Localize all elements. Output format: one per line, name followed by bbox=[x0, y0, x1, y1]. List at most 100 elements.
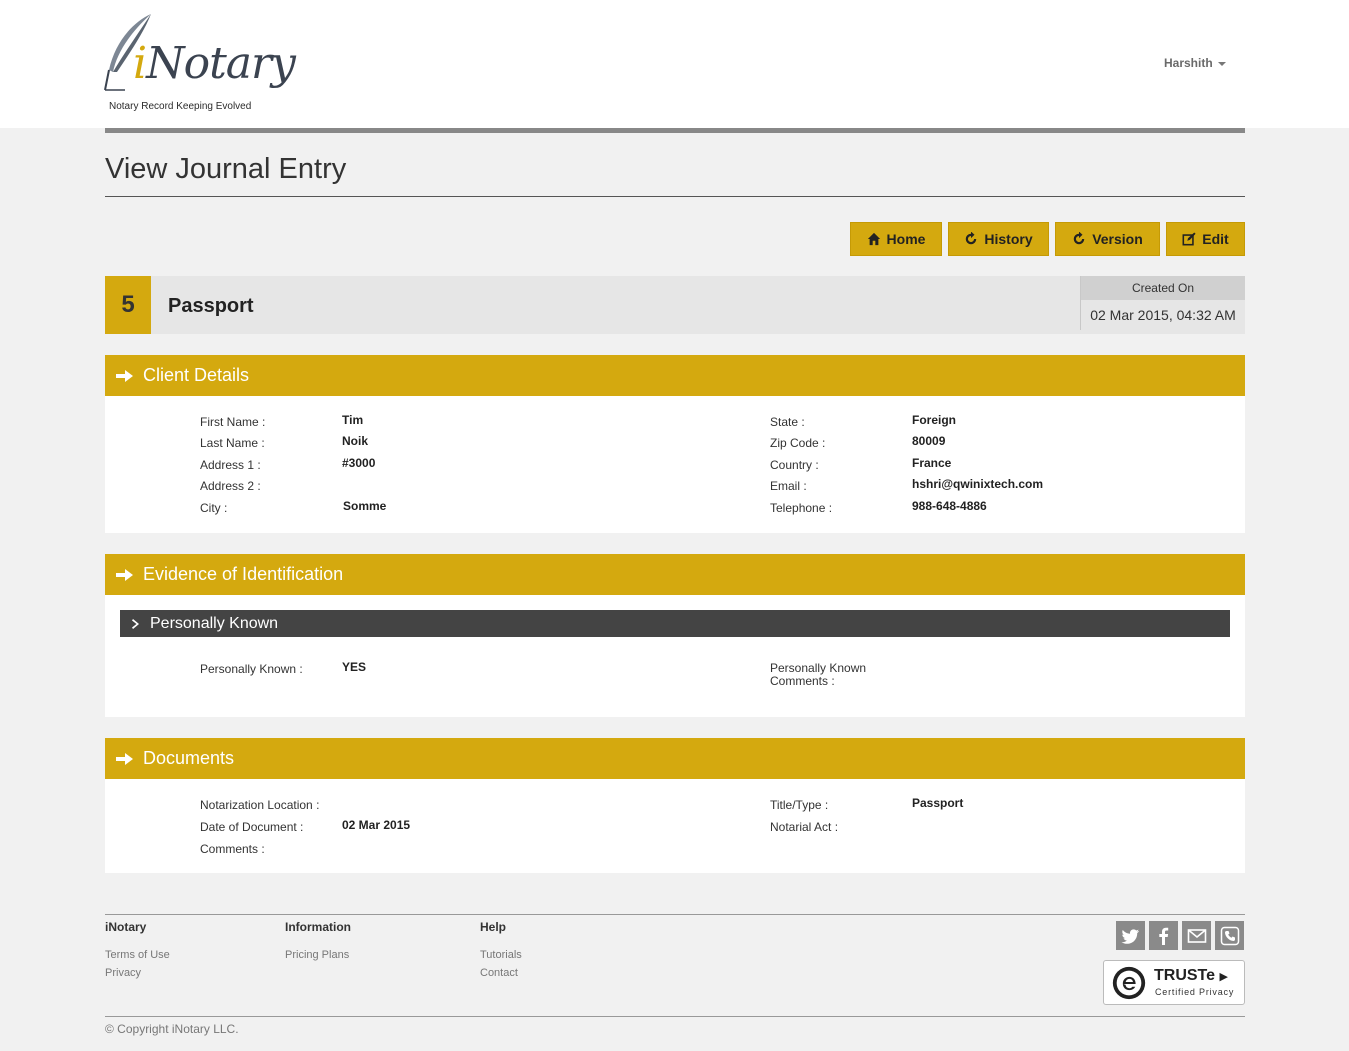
created-on-value: 02 Mar 2015, 04:32 AM bbox=[1090, 307, 1236, 323]
evidence-title: Evidence of Identification bbox=[143, 564, 344, 584]
arrow-right-icon bbox=[116, 568, 133, 581]
entry-type: Passport bbox=[168, 295, 254, 317]
date-of-document-value: 02 Mar 2015 bbox=[342, 818, 411, 832]
date-of-document-label: Date of Document : bbox=[200, 820, 304, 834]
refresh-icon bbox=[966, 232, 977, 245]
truste-logo-icon bbox=[1112, 966, 1146, 1000]
evidence-section: Evidence of Identification Personally Kn… bbox=[105, 554, 1245, 717]
logo-tagline: Notary Record Keeping Evolved bbox=[109, 101, 252, 112]
version-button-label: Version bbox=[1092, 231, 1143, 247]
copyright-text: © Copyright iNotary LLC. bbox=[105, 1022, 239, 1036]
entry-summary-bar: 5 Passport Created On 02 Mar 2015, 04:32… bbox=[105, 276, 1245, 334]
home-icon bbox=[867, 232, 880, 246]
address1-label: Address 1 : bbox=[200, 458, 261, 472]
created-on-box: Created On 02 Mar 2015, 04:32 AM bbox=[1080, 276, 1245, 330]
site-header: iNotary Notary Record Keeping Evolved Ha… bbox=[0, 0, 1349, 128]
terms-of-use-link[interactable]: Terms of Use bbox=[105, 949, 170, 961]
edit-icon bbox=[1182, 232, 1196, 246]
entry-number: 5 bbox=[105, 276, 151, 334]
email-value: hshri@qwinixtech.com bbox=[912, 477, 1044, 491]
facebook-button[interactable] bbox=[1149, 921, 1178, 950]
email-icon bbox=[1187, 928, 1206, 943]
telephone-value: 988-648-4886 bbox=[912, 499, 987, 513]
history-button[interactable]: History bbox=[948, 222, 1049, 256]
contact-link[interactable]: Contact bbox=[480, 967, 518, 979]
home-button-label: Home bbox=[886, 231, 926, 247]
arrow-right-icon bbox=[116, 369, 133, 382]
footer-divider-top bbox=[105, 914, 1245, 915]
address2-label: Address 2 : bbox=[200, 479, 261, 493]
user-menu[interactable]: Harshith bbox=[1164, 56, 1226, 70]
edit-button-label: Edit bbox=[1202, 231, 1229, 247]
title-divider bbox=[105, 196, 1245, 197]
city-value: Somme bbox=[343, 499, 387, 513]
edit-button[interactable]: Edit bbox=[1166, 222, 1245, 256]
last-name-value: Noik bbox=[342, 434, 369, 448]
telephone-label: Telephone : bbox=[770, 501, 833, 515]
facebook-icon bbox=[1158, 927, 1168, 945]
page-title: View Journal Entry bbox=[105, 153, 347, 185]
zip-code-label: Zip Code : bbox=[770, 436, 826, 450]
arrow-right-icon bbox=[116, 752, 133, 765]
comments-label-line2: Comments : bbox=[770, 674, 835, 688]
home-button[interactable]: Home bbox=[850, 222, 942, 256]
chevron-right-icon bbox=[132, 618, 139, 629]
twitter-button[interactable] bbox=[1116, 921, 1145, 950]
created-on-label: Created On bbox=[1081, 276, 1245, 300]
first-name-label: First Name : bbox=[200, 415, 266, 429]
city-label: City : bbox=[200, 501, 228, 515]
footer-col1-heading: iNotary bbox=[105, 920, 147, 934]
version-button[interactable]: Version bbox=[1055, 222, 1160, 256]
personally-known-comments-label: Personally Known Comments : bbox=[770, 662, 866, 688]
caret-down-icon bbox=[1217, 61, 1226, 66]
play-arrow-icon: ▶ bbox=[1219, 971, 1228, 983]
pricing-plans-link[interactable]: Pricing Plans bbox=[285, 949, 349, 961]
notarial-act-label: Notarial Act : bbox=[770, 820, 839, 834]
personally-known-subheader[interactable]: Personally Known bbox=[120, 610, 1230, 637]
documents-section: Documents Notarization Location : Date o… bbox=[105, 738, 1245, 873]
refresh-icon bbox=[1073, 232, 1085, 245]
user-name: Harshith bbox=[1164, 56, 1213, 70]
client-details-title: Client Details bbox=[143, 365, 250, 385]
logo-wordmark-i: i bbox=[133, 38, 147, 89]
zip-code-value: 80009 bbox=[912, 434, 946, 448]
footer-col3-heading: Help bbox=[480, 920, 507, 934]
history-button-label: History bbox=[984, 231, 1033, 247]
header-divider bbox=[105, 128, 1245, 133]
address1-value: #3000 bbox=[342, 456, 376, 470]
state-value: Foreign bbox=[912, 413, 956, 427]
phone-icon bbox=[1220, 926, 1239, 945]
truste-name: TRUSTe ▶ bbox=[1154, 967, 1228, 985]
document-comments-label: Comments : bbox=[200, 842, 265, 856]
truste-name-text: TRUSTe bbox=[1154, 967, 1216, 984]
email-button[interactable] bbox=[1182, 921, 1211, 950]
documents-header[interactable]: Documents bbox=[105, 738, 1245, 779]
country-value: France bbox=[912, 456, 952, 470]
personally-known-label: Personally Known : bbox=[200, 662, 303, 676]
state-label: State : bbox=[770, 415, 805, 429]
footer-col2-heading: Information bbox=[285, 920, 351, 934]
privacy-link[interactable]: Privacy bbox=[105, 967, 141, 979]
last-name-label: Last Name : bbox=[200, 436, 265, 450]
title-type-label: Title/Type : bbox=[770, 798, 829, 812]
client-details-header[interactable]: Client Details bbox=[105, 355, 1245, 396]
truste-subtitle: Certified Privacy bbox=[1155, 987, 1235, 997]
notarization-location-label: Notarization Location : bbox=[200, 798, 320, 812]
personally-known-value: YES bbox=[342, 660, 367, 674]
evidence-header[interactable]: Evidence of Identification bbox=[105, 554, 1245, 595]
email-label: Email : bbox=[770, 479, 807, 493]
tutorials-link[interactable]: Tutorials bbox=[480, 949, 522, 961]
title-type-value: Passport bbox=[912, 796, 964, 810]
logo-wordmark: iNotary bbox=[133, 38, 296, 89]
truste-badge[interactable]: TRUSTe ▶ Certified Privacy bbox=[1103, 960, 1245, 1005]
documents-title: Documents bbox=[143, 748, 235, 768]
inotary-logo[interactable]: iNotary Notary Record Keeping Evolved bbox=[103, 12, 296, 116]
footer-divider-bottom bbox=[105, 1016, 1245, 1017]
phone-button[interactable] bbox=[1215, 921, 1244, 950]
country-label: Country : bbox=[770, 458, 819, 472]
twitter-icon bbox=[1121, 928, 1139, 944]
first-name-value: Tim bbox=[342, 413, 364, 427]
logo-wordmark-rest: Notary bbox=[146, 38, 296, 89]
personally-known-subtitle: Personally Known bbox=[150, 614, 279, 632]
client-details-section: Client Details First Name : Tim Last Nam… bbox=[105, 355, 1245, 533]
